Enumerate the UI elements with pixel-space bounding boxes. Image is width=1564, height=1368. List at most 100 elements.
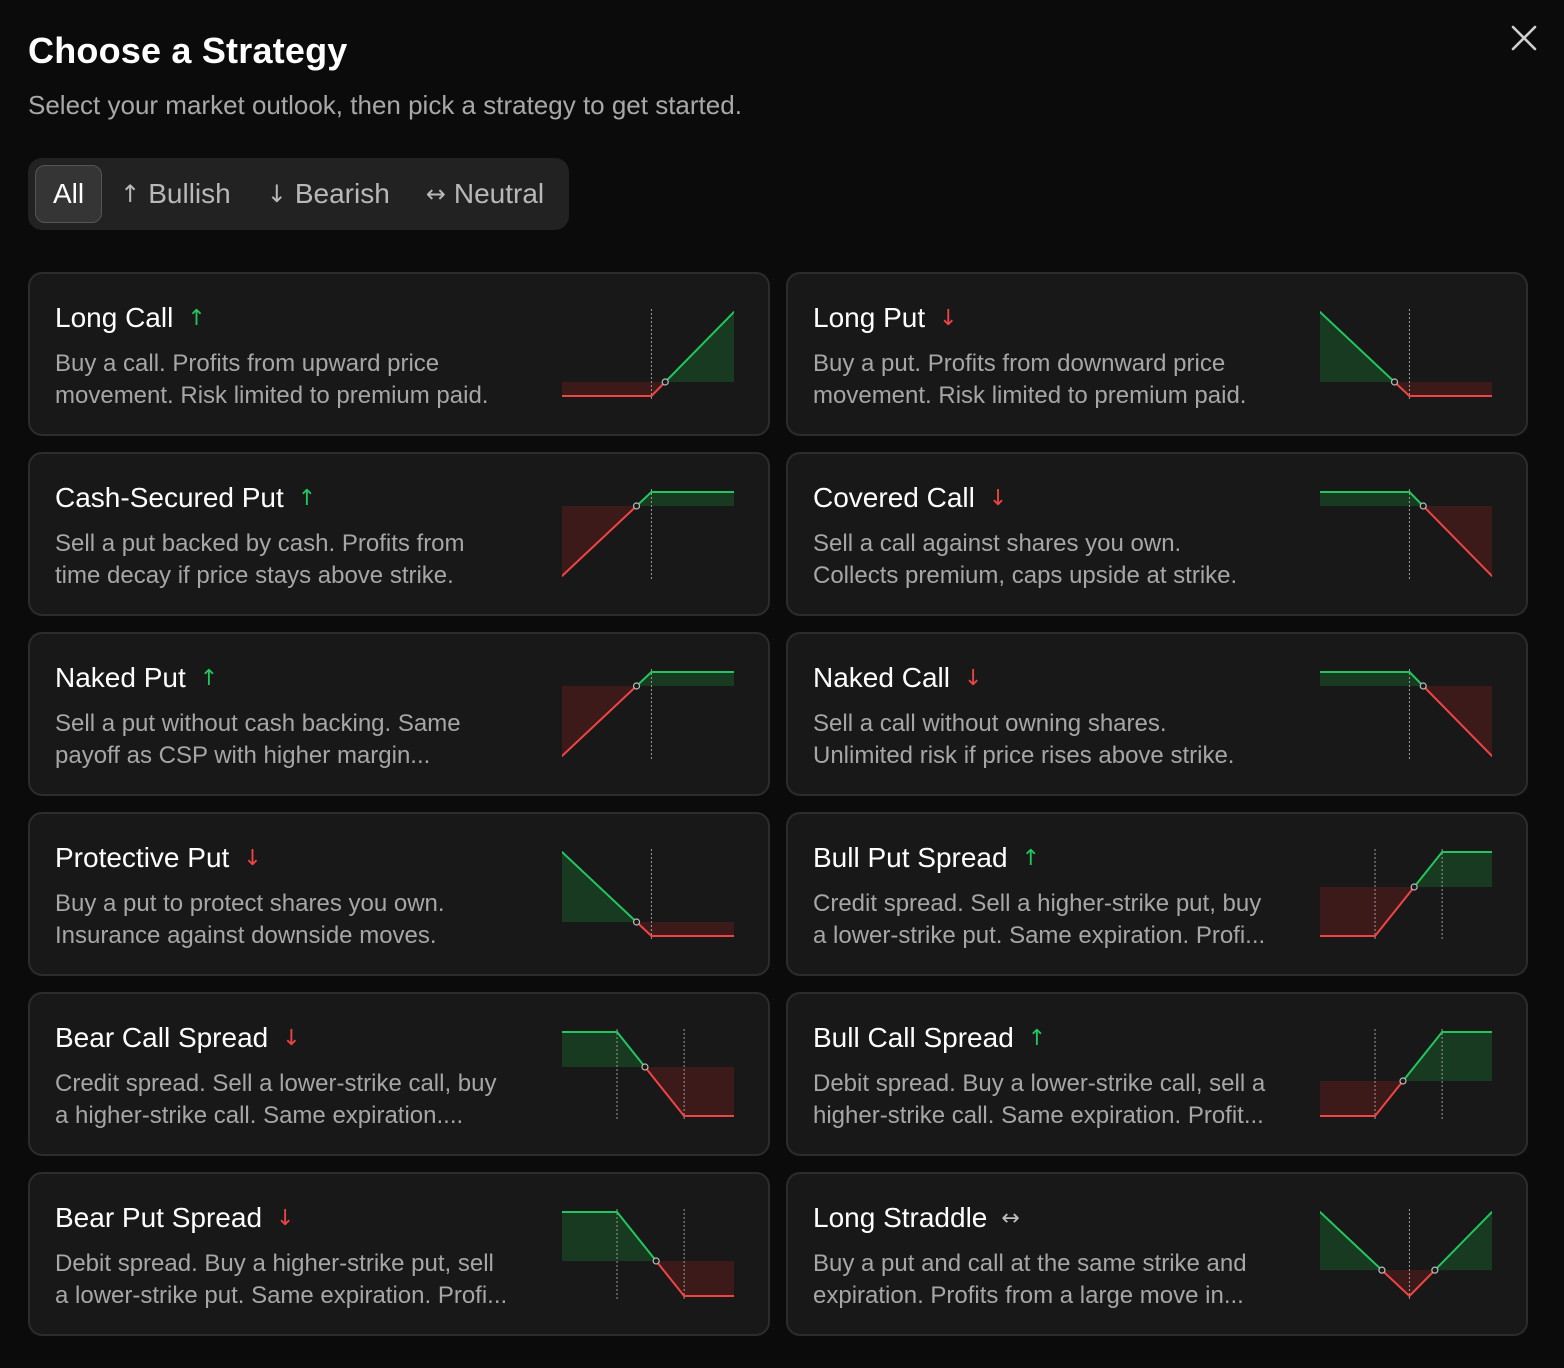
close-button[interactable] (1504, 18, 1544, 58)
strategy-card-long-put[interactable]: Long Put ↓ Buy a put. Profits from downwar… (786, 272, 1528, 436)
payoff-diagram (1320, 849, 1492, 939)
description-line: Credit spread. Sell a higher-strike put,… (813, 890, 1262, 917)
arrow-left-right-icon: ↔ (1001, 1205, 1020, 1231)
breakeven-marker (1419, 502, 1427, 510)
arrow-down-icon: ↓ (988, 485, 1008, 511)
strategy-name: Cash-Secured Put (55, 482, 284, 513)
strategy-card-bear-call-spread[interactable]: Bear Call Spread ↓ Credit spread. Sell a l… (28, 992, 770, 1156)
description-line: payoff as CSP with higher margin... (55, 742, 431, 769)
strategy-card-naked-put[interactable]: Naked Put ↑ Sell a put without cash backin… (28, 632, 770, 796)
strategy-title: Naked Put ↑ (55, 662, 218, 694)
arrow-left-right-icon: ↔ (425, 180, 446, 208)
payoff-diagram (1320, 1029, 1492, 1119)
description-line: higher-strike call. Same expiration. Pro… (813, 1102, 1264, 1129)
description-line: Debit spread. Buy a lower-strike call, s… (813, 1070, 1266, 1097)
strategy-name: Bear Put Spread (55, 1202, 263, 1233)
description-line: Buy a put. Profits from downward price (813, 350, 1226, 377)
strategy-name: Protective Put (55, 842, 230, 873)
strategy-title: Naked Call ↓ (813, 662, 982, 694)
loss-area (684, 1261, 734, 1296)
strategy-card-bear-put-spread[interactable]: Bear Put Spread ↓ Debit spread. Buy a high… (28, 1172, 770, 1336)
description-line: a lower-strike put. Same expiration. Pro… (813, 922, 1266, 949)
strategy-title: Covered Call ↓ (813, 482, 1007, 514)
tab-filter-neutral[interactable]: ↔ Neutral (408, 165, 562, 223)
payoff-diagram (562, 1029, 734, 1119)
page-subtitle: Select your market outlook, then pick a … (28, 90, 742, 120)
strategy-description: Credit spread. Sell a higher-strike put,… (813, 888, 1303, 952)
loss-area (1320, 887, 1376, 936)
strategy-title: Bull Call Spread ↑ (813, 1022, 1046, 1054)
description-line: expiration. Profits from a large move in… (813, 1282, 1244, 1309)
strategy-card-bull-call-spread[interactable]: Bull Call Spread ↑ Debit spread. Buy a low… (786, 992, 1528, 1156)
loss-area (684, 1067, 734, 1116)
profit-area (1320, 672, 1410, 686)
strategy-modal: Choose a Strategy Select your market out… (0, 0, 1564, 1368)
strategy-description: Sell a put backed by cash. Profits from t… (55, 528, 545, 592)
breakeven-marker (1419, 682, 1427, 690)
description-line: a lower-strike put. Same expiration. Pro… (55, 1282, 508, 1309)
filter-label: All (53, 178, 85, 209)
arrow-up-icon: ↑ (120, 180, 141, 208)
strategy-description: Sell a call against shares you own. Colle… (813, 528, 1303, 592)
breakeven-marker (632, 502, 641, 510)
strategy-description: Credit spread. Sell a lower-strike call,… (55, 1068, 545, 1132)
strategy-description: Buy a call. Profits from upward price mov… (55, 348, 545, 412)
strategy-title: Bear Put Spread ↓ (55, 1202, 294, 1234)
strategy-description: Debit spread. Buy a lower-strike call, s… (813, 1068, 1303, 1132)
arrow-up-icon: ↑ (199, 665, 219, 691)
strategy-description: Buy a put to protect shares you own. Insu… (55, 888, 545, 952)
close-icon (1511, 25, 1537, 51)
page-title: Choose a Strategy (28, 30, 348, 71)
profit-area (1442, 1032, 1492, 1081)
strategy-description: Sell a put without cash backing. Same pay… (55, 708, 545, 772)
profit-area (1442, 852, 1492, 887)
strategy-card-bull-put-spread[interactable]: Bull Put Spread ↑ Credit spread. Sell a hi… (786, 812, 1528, 976)
payoff-diagram (562, 1209, 734, 1299)
strategy-name: Long Call (55, 302, 174, 333)
profit-area (562, 1212, 618, 1261)
profit-area (651, 492, 734, 506)
filter-label: Bearish (294, 178, 390, 209)
tab-filter-bullish[interactable]: ↑ Bullish (102, 165, 249, 223)
strategy-title: Cash-Secured Put ↑ (55, 482, 316, 514)
arrow-up-icon: ↑ (1027, 1025, 1047, 1051)
description-line: Sell a put without cash backing. Same (55, 710, 461, 737)
description-line: movement. Risk limited to premium paid. (813, 382, 1247, 409)
strategy-description: Sell a call without owning shares. Unlimi… (813, 708, 1303, 772)
strategy-card-covered-call[interactable]: Covered Call ↓ Sell a call against shares … (786, 452, 1528, 616)
profit-area (651, 672, 734, 686)
payoff-diagram (1320, 489, 1492, 579)
strategy-card-naked-call[interactable]: Naked Call ↓ Sell a call without owning sh… (786, 632, 1528, 796)
description-line: Unlimited risk if price rises above stri… (813, 742, 1235, 769)
arrow-up-icon: ↑ (1021, 845, 1041, 871)
tab-filter-bearish[interactable]: ↓ Bearish (249, 165, 408, 223)
tab-filter-all[interactable]: All (35, 165, 103, 223)
breakeven-marker (632, 682, 641, 690)
breakeven-marker (632, 918, 641, 926)
arrow-up-icon: ↑ (297, 485, 317, 511)
arrow-down-icon: ↓ (963, 665, 983, 691)
strategy-card-long-call[interactable]: Long Call ↑ Buy a call. Profits from upwar… (28, 272, 770, 436)
description-line: a higher-strike call. Same expiration...… (55, 1102, 464, 1129)
breakeven-marker (641, 1063, 649, 1071)
strategy-name: Long Straddle (813, 1202, 988, 1233)
strategy-card-cash-secured-put[interactable]: Cash-Secured Put ↑ Sell a put backed by ca… (28, 452, 770, 616)
loss-area (562, 382, 652, 396)
description-line: Credit spread. Sell a lower-strike call,… (55, 1070, 497, 1097)
description-line: Buy a call. Profits from upward price (55, 350, 440, 377)
filter-label: Bullish (148, 178, 231, 209)
description-line: Buy a put to protect shares you own. (55, 890, 445, 917)
description-line: Collects premium, caps upside at strike. (813, 562, 1238, 589)
description-line: movement. Risk limited to premium paid. (55, 382, 489, 409)
loss-area (1320, 1081, 1376, 1116)
arrow-down-icon: ↓ (939, 305, 958, 331)
payoff-diagram (562, 489, 734, 579)
strategy-card-protective-put[interactable]: Protective Put ↓ Buy a put to protect shar… (28, 812, 770, 976)
breakeven-marker (661, 378, 669, 386)
strategy-title: Long Straddle ↔ (813, 1202, 1020, 1234)
payoff-diagram (1320, 309, 1492, 399)
arrow-up-icon: ↑ (187, 305, 206, 331)
strategy-card-long-straddle[interactable]: Long Straddle ↔ Buy a put and call at the … (786, 1172, 1528, 1336)
description-line: Sell a call against shares you own. (813, 530, 1182, 557)
loss-area (1409, 382, 1492, 396)
